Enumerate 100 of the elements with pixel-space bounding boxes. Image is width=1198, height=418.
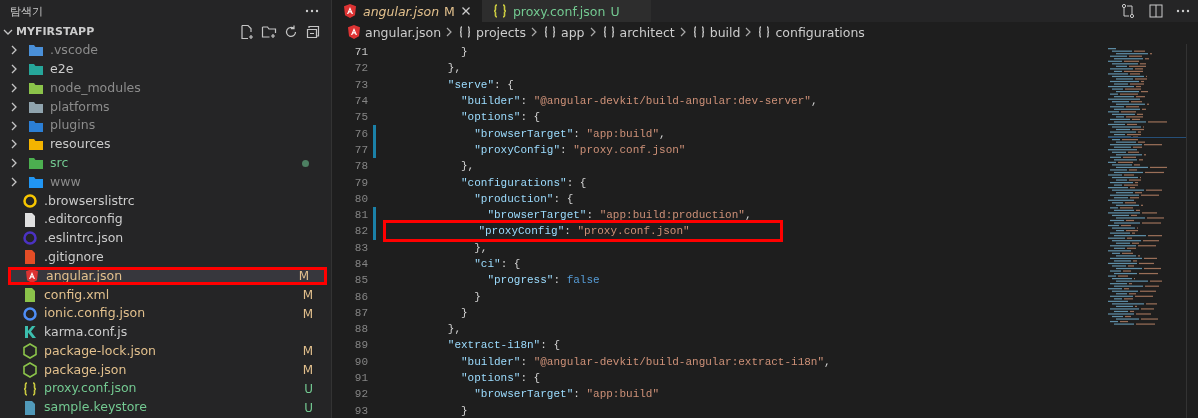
refresh-icon[interactable] bbox=[283, 23, 299, 40]
file-tree-item[interactable]: angular.json M bbox=[8, 266, 327, 286]
git-status: M bbox=[298, 269, 309, 282]
breadcrumb[interactable]: architect bbox=[600, 24, 675, 40]
git-status: U bbox=[304, 382, 313, 395]
new-folder-icon[interactable] bbox=[261, 23, 277, 40]
line-number: 85 bbox=[353, 274, 368, 287]
line-number: 80 bbox=[353, 192, 368, 205]
line-number: 72 bbox=[353, 62, 368, 75]
editor-tab[interactable]: angular.json M bbox=[332, 0, 482, 22]
line-number: 92 bbox=[353, 388, 368, 401]
shield-icon bbox=[346, 24, 362, 40]
file-name: www bbox=[50, 175, 81, 189]
collapse-icon[interactable] bbox=[305, 23, 321, 40]
git-status: U bbox=[304, 401, 313, 414]
line-number: 71 bbox=[353, 46, 368, 59]
file-tree-item[interactable]: .browserslistrc bbox=[0, 191, 331, 211]
code-line: "options": { bbox=[460, 111, 541, 124]
file-tree-item[interactable]: package.json M bbox=[0, 360, 331, 380]
file-tree-item[interactable]: resources bbox=[0, 135, 331, 154]
line-number: 82 bbox=[353, 225, 368, 238]
breadcrumb[interactable]: projects bbox=[457, 24, 526, 40]
file-tree-item[interactable]: ionic.config.json M bbox=[0, 304, 331, 323]
breadcrumb[interactable]: build bbox=[690, 24, 741, 40]
code-line: } bbox=[460, 306, 468, 319]
close-icon[interactable] bbox=[459, 5, 472, 17]
file-tree-item[interactable]: proxy.conf.json U bbox=[0, 379, 331, 399]
split-editor-icon[interactable] bbox=[1148, 3, 1164, 19]
code-line: "options": { bbox=[460, 372, 541, 385]
code-line: }, bbox=[446, 323, 461, 336]
more-icon[interactable] bbox=[305, 9, 319, 13]
file-name: karma.conf.js bbox=[44, 326, 128, 339]
file-name: .gitignore bbox=[44, 250, 104, 264]
breadcrumb[interactable]: configurations bbox=[756, 24, 865, 40]
file-tree-item[interactable]: .vscode bbox=[0, 41, 331, 60]
code-line: "ci": { bbox=[473, 258, 521, 270]
code-line: "serve": { bbox=[446, 78, 514, 91]
file-tree-item[interactable]: www bbox=[0, 172, 331, 192]
code-line: "proxyConfig": "proxy.conf.json" bbox=[473, 143, 686, 156]
code-line: "browserTarget": "app:build:production", bbox=[486, 209, 752, 222]
new-file-icon[interactable] bbox=[239, 23, 255, 40]
file-tree-item[interactable]: package-lock.json M bbox=[0, 341, 331, 361]
file-tree-item[interactable]: node_modules bbox=[0, 78, 331, 98]
line-number: 78 bbox=[353, 160, 368, 173]
line-number: 87 bbox=[353, 306, 368, 319]
code-line: }, bbox=[460, 160, 475, 173]
file-name: ionic.config.json bbox=[44, 307, 146, 320]
file-tree-item[interactable]: src bbox=[0, 153, 331, 173]
section-header[interactable]: MYFIRSTAPP bbox=[0, 22, 331, 41]
braces-icon bbox=[542, 24, 558, 40]
file-tree-item[interactable]: plugins bbox=[0, 116, 331, 135]
code-line: "browserTarget": "app:build" bbox=[473, 388, 660, 401]
file-tree-item[interactable]: karma.conf.js bbox=[0, 322, 331, 342]
line-number: 81 bbox=[353, 209, 368, 222]
line-number: 88 bbox=[353, 323, 368, 336]
file-name: e2e bbox=[50, 62, 74, 76]
line-number: 79 bbox=[353, 176, 368, 189]
file-tree-item[interactable]: platforms bbox=[0, 97, 331, 117]
line-number: 73 bbox=[353, 78, 368, 91]
editor-tab[interactable]: proxy.conf.json U bbox=[481, 0, 651, 22]
code-line: "extract-i18n": { bbox=[446, 339, 561, 352]
file-tree-item[interactable]: .gitignore bbox=[0, 247, 331, 267]
file-name: src bbox=[50, 156, 69, 170]
code-line: "progress": false bbox=[486, 274, 600, 287]
shield-icon bbox=[342, 3, 358, 19]
file-tree-item[interactable]: sample.keystore U bbox=[0, 398, 331, 417]
file-tree-item[interactable]: .eslintrc.json bbox=[0, 228, 331, 248]
more-icon[interactable] bbox=[1176, 9, 1190, 13]
file-name: sample.keystore bbox=[44, 401, 147, 414]
code-line: } bbox=[460, 46, 468, 59]
file-name: angular.json bbox=[46, 269, 123, 283]
git-status: U bbox=[610, 3, 620, 19]
file-name: config.xml bbox=[44, 288, 110, 301]
line-number: 90 bbox=[353, 355, 368, 368]
file-name: node_modules bbox=[50, 81, 141, 95]
line-number: 93 bbox=[353, 404, 368, 417]
code-line: "builder": "@angular-devkit/build-angular:extract-i18n", bbox=[460, 355, 831, 368]
code-line: "production": { bbox=[473, 192, 574, 205]
git-status: M bbox=[302, 307, 313, 320]
file-tree-item[interactable]: e2e bbox=[0, 59, 331, 79]
line-number: 75 bbox=[353, 111, 368, 124]
line-number: 74 bbox=[353, 95, 368, 108]
compare-icon[interactable] bbox=[1120, 3, 1136, 19]
line-number: 77 bbox=[353, 143, 368, 156]
code-line: } bbox=[473, 290, 481, 303]
breadcrumb[interactable]: app bbox=[542, 24, 585, 40]
breadcrumb[interactable]: angular.json bbox=[346, 24, 442, 40]
chevron-icon bbox=[529, 26, 539, 38]
file-tree-item[interactable]: .editorconfig bbox=[0, 210, 331, 229]
explorer-title: 탐색기 bbox=[10, 3, 43, 19]
line-number: 86 bbox=[353, 290, 368, 303]
file-tree-item[interactable]: config.xml M bbox=[0, 285, 331, 305]
file-name: .browserslistrc bbox=[44, 194, 135, 207]
code-line: "builder": "@angular-devkit/build-angular:dev-server", bbox=[460, 95, 818, 108]
code-line: "configurations": { bbox=[460, 176, 587, 189]
line-number: 91 bbox=[353, 372, 368, 385]
file-name: resources bbox=[50, 138, 111, 151]
file-name: .vscode bbox=[50, 44, 99, 57]
git-status: M bbox=[444, 3, 455, 19]
file-name: package.json bbox=[44, 363, 127, 377]
